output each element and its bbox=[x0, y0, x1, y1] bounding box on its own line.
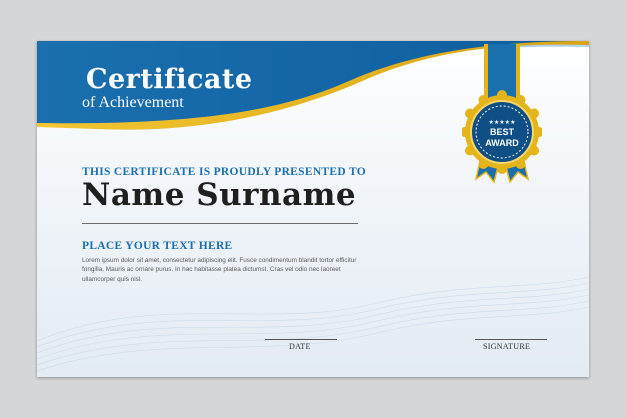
recipient-name: Name Surname bbox=[82, 177, 357, 213]
date-label: DATE bbox=[289, 342, 311, 351]
date-line bbox=[265, 339, 337, 340]
certificate-subtitle: of Achievement bbox=[82, 94, 184, 111]
certificate: Certificate of Achievement THIS CERTIFIC… bbox=[37, 41, 589, 377]
section-heading: PLACE YOUR TEXT HERE bbox=[82, 240, 233, 252]
name-underline bbox=[82, 223, 358, 224]
signature-line bbox=[475, 339, 547, 340]
body-text: Lorem ipsum dolor sit amet, consectetur … bbox=[82, 257, 357, 283]
badge-line1: BEST bbox=[490, 127, 515, 137]
certificate-title: Certificate bbox=[86, 64, 253, 95]
signature-label: SIGNATURE bbox=[483, 342, 531, 351]
badge-stars: ★★★★★ bbox=[489, 119, 516, 126]
award-badge-icon: ★★★★★ BEST AWARD bbox=[462, 44, 542, 184]
badge-line2: AWARD bbox=[485, 138, 519, 148]
